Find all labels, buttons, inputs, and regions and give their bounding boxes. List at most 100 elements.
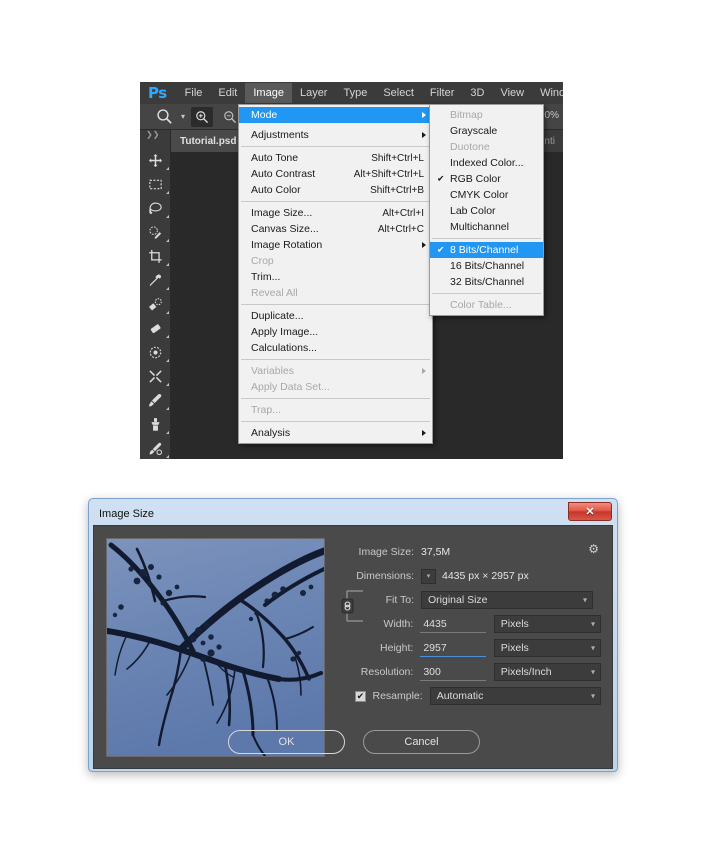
menu-item-label: Crop bbox=[251, 255, 274, 267]
tool-expand-corner-icon bbox=[166, 455, 169, 458]
menu-item-image-rotation[interactable]: Image Rotation bbox=[239, 237, 432, 253]
mode-item-16-bits-channel[interactable]: 16 Bits/Channel bbox=[430, 258, 543, 274]
zoom-in-icon[interactable] bbox=[191, 106, 214, 127]
menu-item-label: Auto Tone bbox=[251, 152, 299, 164]
menu-type[interactable]: Type bbox=[335, 83, 375, 103]
mode-item-label: Indexed Color... bbox=[450, 157, 524, 169]
menu-item-auto-color[interactable]: Auto Color Shift+Ctrl+B bbox=[239, 182, 432, 198]
menu-layer[interactable]: Layer bbox=[292, 83, 336, 103]
menu-item-calculations[interactable]: Calculations... bbox=[239, 340, 432, 356]
brush-tool-icon[interactable] bbox=[140, 388, 171, 412]
red-eye-tool-icon[interactable] bbox=[140, 364, 171, 388]
mode-item-label: 8 Bits/Channel bbox=[450, 244, 519, 256]
menu-image[interactable]: Image bbox=[245, 83, 292, 103]
menu-item-auto-tone[interactable]: Auto Tone Shift+Ctrl+L bbox=[239, 150, 432, 166]
crop-tool-icon[interactable] bbox=[140, 244, 171, 268]
ok-button[interactable]: OK bbox=[228, 730, 345, 754]
menu-item-mode[interactable]: Mode bbox=[239, 107, 432, 123]
menu-item-label: Auto Contrast bbox=[251, 168, 316, 180]
spot-healing-brush-tool-icon[interactable] bbox=[140, 292, 171, 316]
menu-item-variables: Variables bbox=[239, 363, 432, 379]
mode-item-label: CMYK Color bbox=[450, 189, 509, 201]
menu-item-shortcut: Shift+Ctrl+B bbox=[370, 184, 424, 196]
tool-expand-corner-icon bbox=[166, 407, 169, 410]
width-input[interactable]: 4435 bbox=[420, 615, 486, 633]
resample-checkbox[interactable]: ✔ bbox=[355, 690, 366, 702]
dialog-title-bar: Image Size ✕ bbox=[93, 502, 613, 525]
menu-bar: Ps File Edit Image Layer Type Select Fil… bbox=[140, 82, 563, 104]
chevron-down-icon[interactable]: ▾ bbox=[181, 112, 185, 121]
rectangular-marquee-tool-icon[interactable] bbox=[140, 172, 171, 196]
clone-stamp-tool-icon[interactable] bbox=[140, 412, 171, 436]
mode-item-label: 32 Bits/Channel bbox=[450, 276, 525, 288]
tool-expand-corner-icon bbox=[166, 287, 169, 290]
mode-item-label: Duotone bbox=[450, 141, 490, 153]
eyedropper-tool-icon[interactable] bbox=[140, 268, 171, 292]
height-unit-select[interactable]: Pixels ▾ bbox=[493, 639, 601, 657]
chevron-down-icon: ▾ bbox=[590, 643, 595, 653]
dimensions-value: 4435 px × 2957 px bbox=[442, 570, 529, 582]
dimensions-unit-select[interactable]: ▾ bbox=[421, 568, 436, 584]
menu-separator bbox=[241, 146, 430, 147]
mode-item-grayscale[interactable]: Grayscale bbox=[430, 123, 543, 139]
content-aware-move-tool-icon[interactable] bbox=[140, 340, 171, 364]
tools-panel-grip-icon[interactable]: ❯❯ bbox=[146, 130, 159, 139]
mode-item-cmyk-color[interactable]: CMYK Color bbox=[430, 187, 543, 203]
menu-item-apply-image[interactable]: Apply Image... bbox=[239, 324, 432, 340]
resolution-unit-select[interactable]: Pixels/Inch ▾ bbox=[493, 663, 601, 681]
checkmark-icon: ✔ bbox=[437, 173, 445, 184]
mode-item-multichannel[interactable]: Multichannel bbox=[430, 219, 543, 235]
fit-to-select[interactable]: Original Size ▾ bbox=[421, 591, 593, 609]
height-input[interactable]: 2957 bbox=[420, 639, 486, 657]
menu-file[interactable]: File bbox=[177, 83, 211, 103]
menu-item-canvas-size[interactable]: Canvas Size... Alt+Ctrl+C bbox=[239, 221, 432, 237]
mode-item-32-bits-channel[interactable]: 32 Bits/Channel bbox=[430, 274, 543, 290]
width-unit-select[interactable]: Pixels ▾ bbox=[493, 615, 601, 633]
menu-item-analysis[interactable]: Analysis bbox=[239, 425, 432, 441]
menu-separator bbox=[241, 421, 430, 422]
mode-item-8-bits-channel[interactable]: ✔ 8 Bits/Channel bbox=[430, 242, 543, 258]
menu-item-adjustments[interactable]: Adjustments bbox=[239, 127, 432, 143]
resample-label: Resample: bbox=[372, 690, 423, 702]
menu-item-duplicate[interactable]: Duplicate... bbox=[239, 308, 432, 324]
menu-select[interactable]: Select bbox=[375, 83, 422, 103]
menu-item-label: Analysis bbox=[251, 427, 291, 439]
mode-item-rgb-color[interactable]: ✔ RGB Color bbox=[430, 171, 543, 187]
lasso-tool-icon[interactable] bbox=[140, 196, 171, 220]
menu-view[interactable]: View bbox=[492, 83, 532, 103]
menu-window[interactable]: Window bbox=[532, 83, 563, 103]
menu-item-image-size[interactable]: Image Size... Alt+Ctrl+I bbox=[239, 205, 432, 221]
menu-separator bbox=[241, 398, 430, 399]
move-tool-icon[interactable] bbox=[140, 148, 171, 172]
menu-separator bbox=[241, 359, 430, 360]
resample-select[interactable]: Automatic ▾ bbox=[429, 687, 601, 705]
cancel-button[interactable]: Cancel bbox=[363, 730, 480, 754]
mode-item-lab-color[interactable]: Lab Color bbox=[430, 203, 543, 219]
zoom-tool-icon[interactable] bbox=[152, 106, 176, 128]
menu-filter[interactable]: Filter bbox=[422, 83, 462, 103]
resample-row: ✔ Resample: Automatic ▾ bbox=[339, 684, 601, 708]
menu-separator bbox=[241, 201, 430, 202]
document-tab-tutorial[interactable]: Tutorial.psd bbox=[171, 130, 246, 152]
tool-expand-corner-icon bbox=[166, 263, 169, 266]
dialog-title: Image Size bbox=[99, 508, 155, 520]
resolution-input[interactable]: 300 bbox=[420, 663, 486, 681]
mode-item-indexed-color[interactable]: Indexed Color... bbox=[430, 155, 543, 171]
menu-item-trim[interactable]: Trim... bbox=[239, 269, 432, 285]
menu-item-label: Apply Image... bbox=[251, 326, 319, 338]
patch-tool-icon[interactable] bbox=[140, 316, 171, 340]
close-icon[interactable]: ✕ bbox=[568, 502, 612, 521]
mode-item-label: Color Table... bbox=[450, 299, 512, 311]
menu-edit[interactable]: Edit bbox=[210, 83, 245, 103]
dimensions-label: Dimensions: bbox=[356, 570, 414, 582]
menu-3d[interactable]: 3D bbox=[462, 83, 492, 103]
history-brush-tool-icon[interactable] bbox=[140, 436, 171, 459]
menu-item-label: Image Size... bbox=[251, 207, 313, 219]
tool-expand-corner-icon bbox=[166, 359, 169, 362]
quick-selection-tool-icon[interactable] bbox=[140, 220, 171, 244]
menu-item-label: Adjustments bbox=[251, 129, 309, 141]
menu-item-auto-contrast[interactable]: Auto Contrast Alt+Shift+Ctrl+L bbox=[239, 166, 432, 182]
tool-expand-corner-icon bbox=[166, 191, 169, 194]
image-preview[interactable] bbox=[106, 538, 325, 757]
image-size-form: ⚙ Image Size: 37,5M Dimensions: ▾ 4435 p… bbox=[339, 540, 601, 708]
